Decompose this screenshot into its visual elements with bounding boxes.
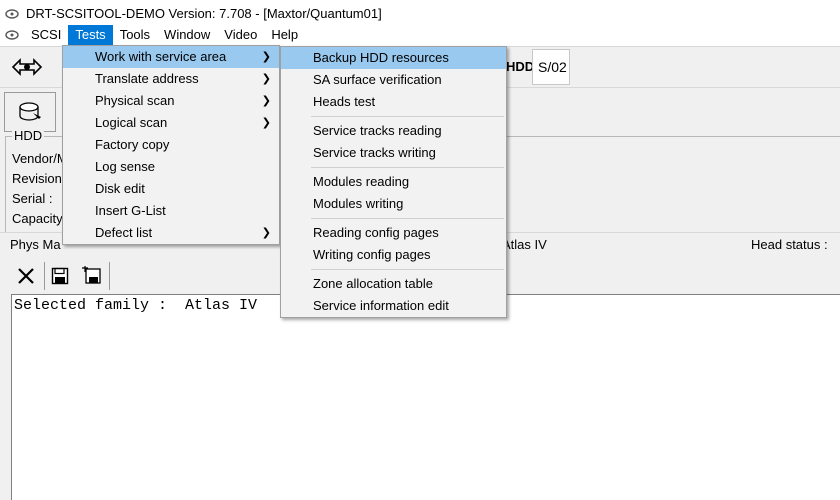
window-title: DRT-SCSITOOL-DEMO Version: 7.708 - [Maxt…: [26, 6, 382, 21]
phys-label: Phys Ma: [10, 237, 61, 252]
menu-item-work-with-service-area[interactable]: Work with service area ❯: [63, 46, 279, 68]
menu-item-translate-address[interactable]: Translate address ❯: [63, 68, 279, 90]
close-icon: [18, 268, 34, 284]
menu-separator: [311, 218, 504, 219]
menu-item-factory-copy[interactable]: Factory copy: [63, 134, 279, 156]
menu-bar: SCSI Tests Tools Window Video Help: [0, 25, 840, 45]
menu-item-label: Physical scan: [95, 93, 175, 108]
menu-item-defect-list[interactable]: Defect list ❯: [63, 222, 279, 244]
menu-item-modules-writing[interactable]: Modules writing: [281, 193, 506, 215]
menu-item-insert-g-list[interactable]: Insert G-List: [63, 200, 279, 222]
title-bar: DRT-SCSITOOL-DEMO Version: 7.708 - [Maxt…: [0, 0, 840, 27]
menu-separator: [311, 116, 504, 117]
menu-item-label: Log sense: [95, 159, 155, 174]
menu-item-physical-scan[interactable]: Physical scan ❯: [63, 90, 279, 112]
menu-item-label: Insert G-List: [95, 203, 166, 218]
menu-item-service-tracks-reading[interactable]: Service tracks reading: [281, 120, 506, 142]
menu-tests[interactable]: Tests: [68, 25, 113, 45]
menu-item-label: Factory copy: [95, 137, 170, 152]
menu-item-service-information-edit[interactable]: Service information edit: [281, 295, 506, 317]
menu-item-logical-scan[interactable]: Logical scan ❯: [63, 112, 279, 134]
menu-item-label: Defect list: [95, 225, 153, 240]
system-menu-icon[interactable]: [4, 27, 20, 43]
save-icon: [51, 267, 69, 285]
save-as-log-button[interactable]: [80, 264, 104, 288]
menu-item-label: Work with service area: [95, 49, 227, 64]
vendor-label: Vendor/M: [12, 151, 68, 166]
menu-item-service-tracks-writing[interactable]: Service tracks writing: [281, 142, 506, 164]
chevron-right-icon: ❯: [261, 51, 271, 63]
serial-label: Serial :: [12, 191, 53, 206]
disk-button[interactable]: [4, 92, 56, 132]
chevron-right-icon: ❯: [261, 117, 271, 129]
chevron-right-icon: ❯: [261, 73, 271, 85]
menu-item-writing-config-pages[interactable]: Writing config pages: [281, 244, 506, 266]
hdd-group-legend: HDD: [12, 128, 45, 143]
menu-item-disk-edit[interactable]: Disk edit: [63, 178, 279, 200]
menu-scsi[interactable]: SCSI: [24, 25, 68, 45]
clear-log-button[interactable]: [14, 264, 38, 288]
connect-button[interactable]: [8, 53, 46, 81]
capacity-label: Capacity: [12, 211, 63, 226]
menu-item-reading-config-pages[interactable]: Reading config pages: [281, 222, 506, 244]
family-value: Atlas IV: [502, 237, 547, 252]
service-area-submenu: Backup HDD resources SA surface verifica…: [280, 46, 507, 318]
connect-icon: [11, 58, 43, 76]
tests-menu: Work with service area ❯ Translate addre…: [62, 45, 280, 245]
chevron-right-icon: ❯: [261, 95, 271, 107]
menu-item-label: Logical scan: [95, 115, 168, 130]
menu-separator: [311, 269, 504, 270]
menu-item-zone-allocation-table[interactable]: Zone allocation table: [281, 273, 506, 295]
menu-item-label: Disk edit: [95, 181, 145, 196]
revision-label: Revision: [12, 171, 62, 186]
menu-tools[interactable]: Tools: [113, 25, 157, 45]
toolbar-separator: [44, 262, 45, 290]
menu-video[interactable]: Video: [217, 25, 264, 45]
menu-item-log-sense[interactable]: Log sense: [63, 156, 279, 178]
menu-item-heads-test[interactable]: Heads test: [281, 91, 506, 113]
menu-separator: [311, 167, 504, 168]
toolbar-separator: [109, 262, 110, 290]
menu-item-label: Translate address: [95, 71, 199, 86]
app-icon: [4, 6, 20, 22]
menu-window[interactable]: Window: [157, 25, 217, 45]
save-log-button[interactable]: [48, 264, 72, 288]
chevron-right-icon: ❯: [261, 227, 271, 239]
menu-item-modules-reading[interactable]: Modules reading: [281, 171, 506, 193]
disk-icon: [19, 102, 41, 121]
log-output[interactable]: Selected family : Atlas IV: [11, 294, 840, 500]
save-as-icon: [82, 266, 101, 284]
head-status-label: Head status :: [751, 237, 828, 252]
menu-help[interactable]: Help: [264, 25, 305, 45]
menu-item-sa-surface-verification[interactable]: SA surface verification: [281, 69, 506, 91]
hdd-selector[interactable]: S/02: [532, 49, 570, 85]
log-margin: [0, 294, 11, 500]
menu-item-backup-hdd-resources[interactable]: Backup HDD resources: [281, 47, 506, 69]
